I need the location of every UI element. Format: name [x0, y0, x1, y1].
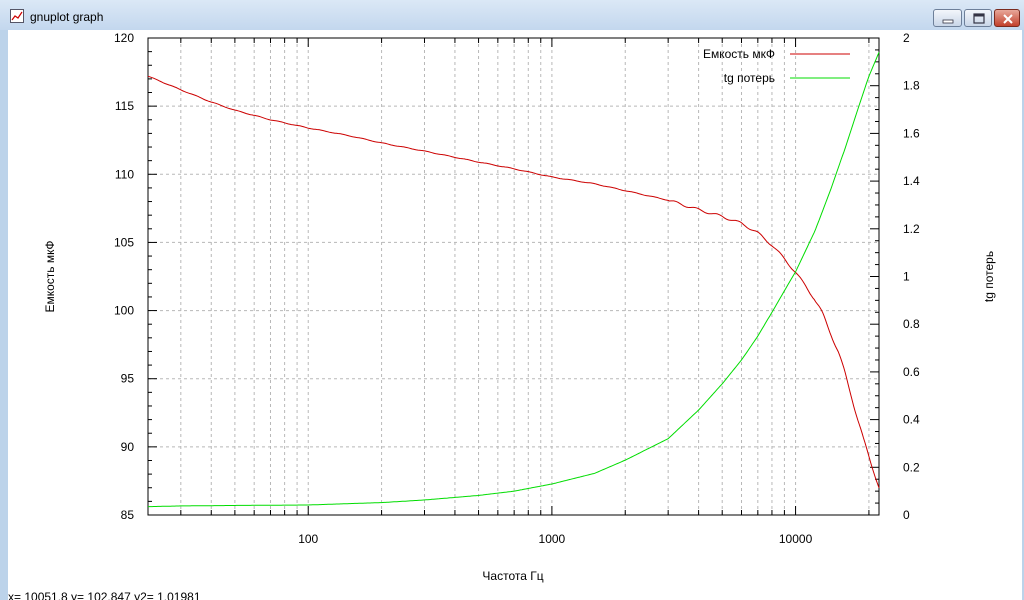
- legend-label: Емкость мкФ: [703, 47, 775, 61]
- plot-frame: [147, 37, 880, 516]
- minimize-icon: [942, 19, 954, 24]
- y-tick-label: 115: [115, 99, 134, 113]
- gnuplot-chart[interactable]: 85 90 95 100 105 110 115 120 0 0.2 0.4 0.6 0.8 1 1.2 1.…: [8, 30, 1022, 600]
- x-tick-label: 100: [298, 532, 318, 546]
- minimize-button[interactable]: [933, 9, 962, 27]
- y2-tick-label: 1.8: [903, 79, 920, 93]
- legend-label: tg потерь: [724, 71, 775, 85]
- y-tick-label: 100: [114, 304, 134, 318]
- y2-tick-label: 0.2: [903, 460, 920, 474]
- series-line-1: [147, 75, 880, 488]
- x-tick-label: 10000: [779, 532, 813, 546]
- maximize-icon: [973, 13, 985, 24]
- maximize-button[interactable]: [964, 9, 992, 27]
- y-tick-label: 110: [115, 167, 134, 181]
- plot-area[interactable]: 85 90 95 100 105 110 115 120 0 0.2 0.4 0.6 0.8 1 1.2 1.…: [8, 30, 1022, 600]
- status-readout: x= 10051.8 y= 102.847 y2= 1.01981: [8, 590, 201, 600]
- y2-tick-label: 1.2: [903, 222, 920, 236]
- y2-tick-label: 1: [903, 270, 910, 284]
- y-tick-label: 120: [114, 31, 134, 45]
- x-axis-label: Частота Гц: [482, 569, 543, 583]
- y2-tick-label: 2: [903, 31, 910, 45]
- gnuplot-window: gnuplot graph 85 90 95 100 105 110 115 120 0 0.2 0…: [0, 0, 1024, 600]
- y-tick-label: 105: [114, 235, 134, 249]
- y-tick-label: 95: [121, 372, 135, 386]
- y2-tick-label: 1.4: [903, 174, 920, 188]
- y2-tick-label: 0.4: [903, 413, 920, 427]
- y2-tick-label: 0: [903, 508, 910, 522]
- x-tick-label: 1000: [539, 532, 566, 546]
- series-line-2: [147, 52, 880, 508]
- y-tick-label: 85: [121, 508, 135, 522]
- y-axis-label: Емкость мкФ: [43, 240, 57, 312]
- y-tick-label: 90: [121, 440, 135, 454]
- y2-tick-label: 0.6: [903, 365, 920, 379]
- y2-tick-label: 0.8: [903, 317, 920, 331]
- y2-axis-label: tg потерь: [982, 251, 996, 302]
- gnuplot-app-icon: [10, 9, 24, 23]
- y2-tick-label: 1.6: [903, 126, 920, 140]
- window-title: gnuplot graph: [30, 10, 104, 24]
- title-bar[interactable]: gnuplot graph: [0, 0, 1024, 30]
- close-button[interactable]: [994, 9, 1020, 27]
- close-icon: [1003, 14, 1013, 24]
